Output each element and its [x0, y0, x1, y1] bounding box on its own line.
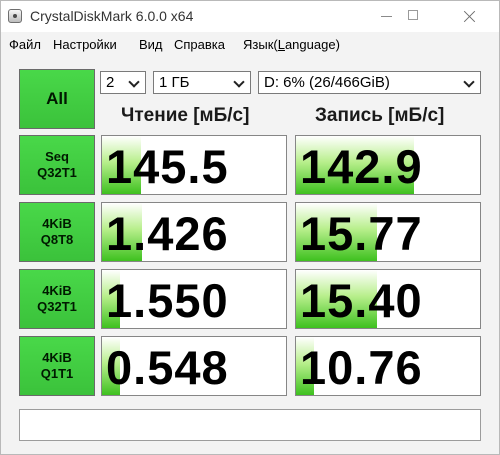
menu-language[interactable]: Язык(Language) [243, 37, 340, 52]
menu-language-suffix: anguage) [284, 37, 340, 52]
menu-file[interactable]: Файл [9, 37, 41, 52]
menu-language-prefix: Язык( [243, 37, 278, 52]
run-all-button[interactable]: All [19, 69, 95, 129]
write-result-value: 15.77 [300, 207, 423, 260]
read-result-value: 1.550 [106, 274, 229, 327]
read-result-4kib-q1t1: 0.548 [101, 336, 287, 396]
maximize-button[interactable] [400, 1, 440, 32]
menu-view[interactable]: Вид [139, 37, 163, 52]
write-column-header: Запись [мБ/с] [315, 105, 445, 126]
test-button-line2: Q1T1 [40, 366, 74, 381]
menu-settings[interactable]: Настройки [53, 37, 117, 52]
title-bar: CrystalDiskMark 6.0.0 x64 [1, 1, 499, 32]
write-result-4kib-q32t1: 15.40 [295, 269, 481, 329]
drive-value: D: 6% (26/466GiB) [264, 74, 390, 91]
write-result-value: 10.76 [300, 341, 423, 394]
window-title: CrystalDiskMark 6.0.0 x64 [30, 8, 194, 24]
test-button-4kib-q8t8[interactable]: 4KiB Q8T8 [19, 202, 95, 262]
read-result-value: 145.5 [106, 140, 229, 193]
drive-select[interactable]: D: 6% (26/466GiB) [258, 71, 481, 94]
read-result-4kib-q8t8: 1.426 [101, 202, 287, 262]
crystaldiskmark-app-icon [8, 9, 22, 23]
read-result-value: 0.548 [106, 341, 229, 394]
read-column-header: Чтение [мБ/с] [121, 105, 250, 126]
read-result-4kib-q32t1: 1.550 [101, 269, 287, 329]
close-button[interactable] [449, 1, 489, 32]
menu-language-mnemonic: L [277, 37, 285, 52]
chevron-down-icon [233, 76, 245, 88]
test-count-value: 2 [106, 74, 115, 91]
test-button-line1: Seq [45, 149, 69, 164]
test-button-line2: Q32T1 [37, 165, 77, 180]
test-button-4kib-q32t1[interactable]: 4KiB Q32T1 [19, 269, 95, 329]
write-result-value: 15.40 [300, 274, 423, 327]
write-result-4kib-q8t8: 15.77 [295, 202, 481, 262]
write-result-value: 142.9 [300, 140, 423, 193]
read-result-seq-q32t1: 145.5 [101, 135, 287, 195]
status-comment-field[interactable] [19, 409, 481, 441]
test-button-line1: 4KiB [42, 283, 72, 298]
test-button-line2: Q8T8 [40, 232, 74, 247]
test-size-value: 1 ГБ [159, 74, 190, 91]
chevron-down-icon [463, 76, 475, 88]
write-result-4kib-q1t1: 10.76 [295, 336, 481, 396]
menu-bar: Файл Настройки Вид Справка Язык(Language… [1, 32, 499, 57]
test-button-line1: 4KiB [42, 216, 72, 231]
read-result-value: 1.426 [106, 207, 229, 260]
test-button-4kib-q1t1[interactable]: 4KiB Q1T1 [19, 336, 95, 396]
test-button-seq-q32t1[interactable]: Seq Q32T1 [19, 135, 95, 195]
test-button-line2: Q32T1 [37, 299, 77, 314]
menu-help[interactable]: Справка [174, 37, 225, 52]
chevron-down-icon [128, 76, 140, 88]
test-button-line1: 4KiB [42, 350, 72, 365]
test-size-select[interactable]: 1 ГБ [153, 71, 251, 94]
app-window: CrystalDiskMark 6.0.0 x64 Файл Настройки… [0, 0, 500, 455]
test-count-select[interactable]: 2 [100, 71, 146, 94]
write-result-seq-q32t1: 142.9 [295, 135, 481, 195]
